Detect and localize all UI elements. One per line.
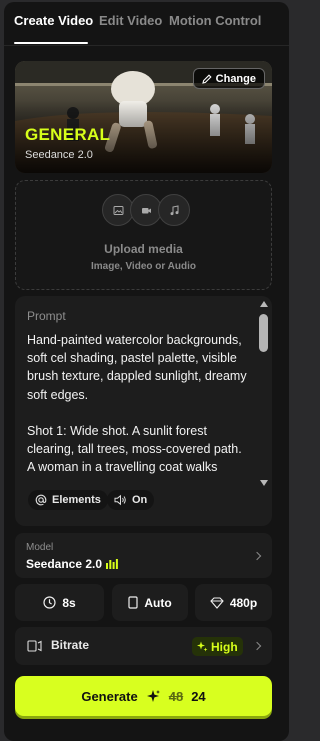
model-name-text: Seedance 2.0 — [26, 557, 103, 571]
scroll-down-icon[interactable] — [260, 480, 268, 486]
scroll-up-icon[interactable] — [260, 301, 268, 307]
aspect-ratio-selector[interactable]: Auto — [112, 584, 188, 621]
tab-edit-video[interactable]: Edit Video — [99, 13, 162, 28]
mode-tabs: Create Video Edit Video Motion Control — [4, 2, 289, 46]
duration-value: 8s — [62, 595, 76, 610]
credit-cost: 24 — [191, 688, 206, 704]
resolution-value: 480p — [229, 595, 258, 610]
audio-bars-icon — [106, 558, 118, 569]
model-label: Model — [26, 542, 54, 553]
tab-create-video[interactable]: Create Video — [14, 13, 93, 28]
sparkle-icon — [146, 689, 160, 702]
scroll-thumb[interactable] — [259, 314, 268, 352]
generate-button[interactable]: Generate 48 24 — [15, 676, 272, 716]
upload-title: Upload media — [104, 242, 183, 256]
elements-chip[interactable]: Elements — [28, 490, 108, 510]
bitrate-value-badge: High — [192, 637, 243, 656]
bitrate-value: High — [211, 639, 238, 654]
upload-dropzone[interactable]: Upload media Image, Video or Audio — [15, 180, 272, 290]
tab-motion-control[interactable]: Motion Control — [169, 13, 261, 28]
aspect-value: Auto — [144, 595, 172, 610]
generate-label: Generate — [81, 688, 138, 704]
diamond-icon — [210, 596, 224, 609]
prompt-textarea[interactable]: Hand-painted watercolor backgrounds, sof… — [27, 331, 252, 479]
preset-title: GENERAL — [25, 125, 111, 144]
prompt-scrollbar[interactable] — [259, 301, 268, 486]
audio-label: On — [132, 494, 148, 506]
chevron-right-icon — [252, 641, 262, 651]
speaker-icon — [114, 494, 126, 506]
change-label: Change — [215, 72, 256, 85]
prompt-label: Prompt — [27, 309, 66, 323]
at-sign-icon — [35, 494, 47, 506]
music-icon — [158, 194, 190, 226]
model-name: Seedance 2.0 — [26, 557, 118, 571]
side-panel: Create Video Edit Video Motion Control C… — [4, 2, 289, 741]
clock-icon — [43, 596, 56, 609]
chevron-right-icon — [252, 551, 262, 560]
bitrate-selector[interactable]: Bitrate High — [15, 627, 272, 665]
bitrate-label: Bitrate — [51, 638, 90, 652]
elements-label: Elements — [52, 494, 101, 506]
aspect-ratio-icon — [128, 596, 138, 609]
upload-subtitle: Image, Video or Audio — [90, 261, 196, 272]
preset-card[interactable]: Change GENERAL Seedance 2.0 — [15, 61, 272, 173]
model-selector[interactable]: Model Seedance 2.0 — [15, 533, 272, 578]
duration-selector[interactable]: 8s — [15, 584, 104, 621]
original-cost: 48 — [168, 688, 184, 704]
audio-toggle-chip[interactable]: On — [107, 490, 155, 510]
bitrate-icon — [27, 640, 42, 652]
media-type-icons — [102, 194, 192, 226]
sparkle-icon — [197, 641, 208, 652]
prompt-box: Prompt Hand-painted watercolor backgroun… — [15, 296, 272, 526]
resolution-selector[interactable]: 480p — [195, 584, 272, 621]
change-preset-button[interactable]: Change — [192, 68, 265, 89]
pencil-icon — [201, 73, 212, 84]
preset-model: Seedance 2.0 — [25, 149, 93, 161]
active-tab-indicator — [14, 42, 88, 44]
